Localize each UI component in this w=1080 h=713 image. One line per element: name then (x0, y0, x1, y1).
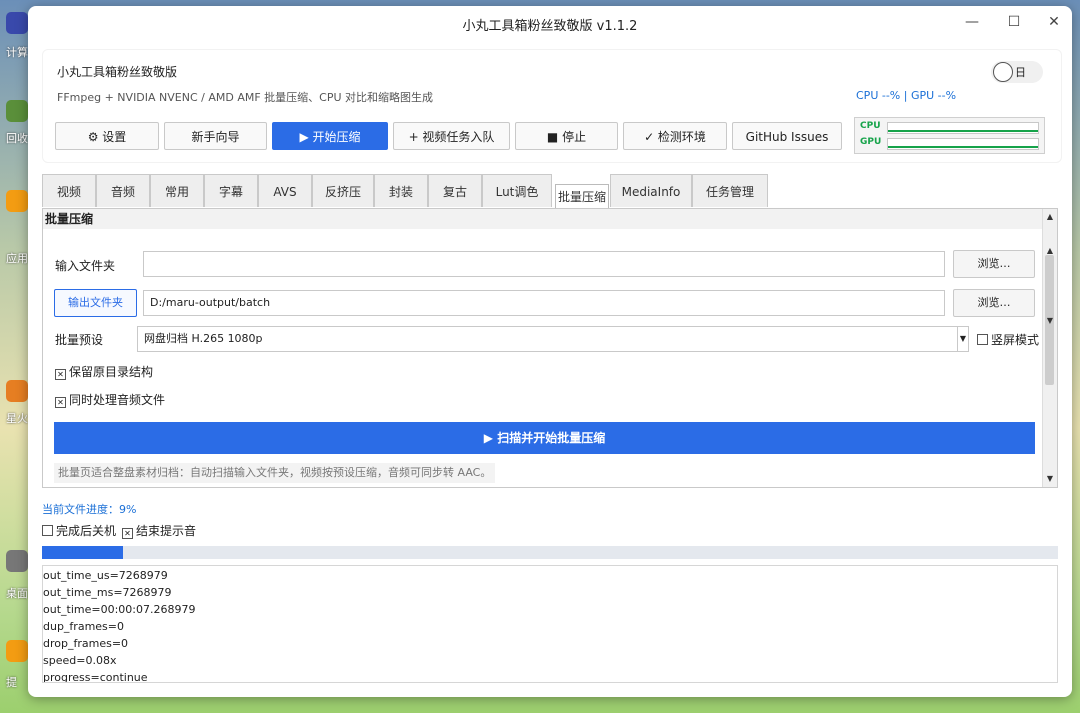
panel-scrollbar[interactable]: ▲ ▲ ▼ ▼ (1042, 209, 1057, 487)
desktop-app-icon[interactable] (6, 640, 28, 662)
progress-label: 当前文件进度：9% (42, 503, 137, 516)
keep-structure-label: 保留原目录结构 (69, 365, 154, 379)
app-window: 小丸工具箱粉丝致敬版 v1.1.2 — ☐ ✕ 小丸工具箱粉丝致敬版 FFmpe… (28, 6, 1072, 697)
keep-structure-checkbox[interactable]: ✕ 保留原目录结构 (55, 363, 153, 380)
log-line: out_time_ms=7268979 (43, 586, 172, 599)
desktop-app-icon[interactable] (6, 12, 28, 34)
log-line: out_time=00:00:07.268979 (43, 603, 196, 616)
tab-mediainfo[interactable]: MediaInfo (610, 174, 692, 207)
tab-lut[interactable]: Lut调色 (482, 174, 552, 207)
log-output[interactable]: out_time_us=7268979 out_time_ms=7268979 … (42, 565, 1058, 683)
desktop-app-icon[interactable] (6, 380, 28, 402)
recycle-bin-icon[interactable] (6, 100, 28, 122)
shutdown-label: 完成后关机 (56, 524, 117, 538)
scroll-up-icon[interactable]: ▲ (1043, 211, 1057, 223)
header-card: 小丸工具箱粉丝致敬版 FFmpeg + NVIDIA NVENC / AMD A… (42, 49, 1062, 163)
scroll-down-icon[interactable]: ▼ (1043, 473, 1057, 485)
tab-batch[interactable]: 批量压缩 (555, 184, 609, 209)
input-folder-label: 输入文件夹 (55, 259, 116, 273)
checkbox-icon (42, 525, 53, 536)
log-line: drop_frames=0 (43, 637, 129, 650)
desktop-app-icon[interactable] (6, 550, 28, 572)
github-issues-button[interactable]: GitHub Issues (732, 122, 842, 150)
cpu-meter-label: CPU (860, 121, 881, 131)
desktop-app-icon[interactable] (6, 190, 28, 212)
enqueue-button[interactable]: + 视频任务入队 (393, 122, 510, 150)
theme-toggle[interactable]: 日 (991, 61, 1043, 83)
log-line: dup_frames=0 (43, 620, 125, 633)
usage-meter: CPU GPU (854, 117, 1045, 154)
cpu-meter-track (887, 122, 1039, 134)
batch-panel: 批量压缩 输入文件夹 浏览… 输出文件夹 D:/maru-output/batc… (42, 208, 1058, 488)
log-line: out_time_us=7268979 (43, 569, 168, 582)
check-env-button[interactable]: ✓ 检测环境 (623, 122, 727, 150)
preset-select-value: 网盘归档 H.265 1080p (144, 332, 263, 345)
tab-anti-squeeze[interactable]: 反挤压 (312, 174, 374, 207)
tab-avs[interactable]: AVS (258, 174, 312, 207)
tab-audio[interactable]: 音频 (96, 174, 150, 207)
theme-toggle-label: 日 (1015, 66, 1026, 79)
input-folder-field[interactable] (143, 251, 945, 277)
vertical-mode-checkbox[interactable]: 竖屏模式 (977, 331, 1039, 348)
progress-bar-fill (42, 546, 124, 559)
title-bar[interactable]: 小丸工具箱粉丝致敬版 v1.1.2 — ☐ ✕ (28, 6, 1072, 40)
checkbox-checked-icon: ✕ (122, 528, 133, 539)
desktop-app-label: 计算 (6, 46, 28, 59)
maximize-button[interactable]: ☐ (1002, 12, 1026, 32)
process-audio-label: 同时处理音频文件 (69, 393, 166, 407)
log-line: progress=continue (43, 671, 148, 683)
progress-bar (42, 546, 1058, 559)
tab-task-manager[interactable]: 任务管理 (692, 174, 768, 207)
settings-button[interactable]: ⚙ 设置 (55, 122, 159, 150)
process-audio-checkbox[interactable]: ✕ 同时处理音频文件 (55, 391, 165, 408)
tab-mux[interactable]: 封装 (374, 174, 428, 207)
scroll-down-icon[interactable]: ▼ (1043, 315, 1057, 327)
vertical-mode-label: 竖屏模式 (991, 333, 1040, 347)
desktop-app-label: 提 (6, 676, 17, 689)
desktop-app-label: 应用 (6, 252, 28, 265)
desktop-app-label: 桌面 (6, 587, 28, 600)
app-name: 小丸工具箱粉丝致敬版 (57, 65, 178, 79)
tab-subtitle[interactable]: 字幕 (204, 174, 258, 207)
beep-checkbox[interactable]: ✕ 结束提示音 (122, 522, 196, 539)
browse-output-button[interactable]: 浏览… (953, 289, 1035, 317)
batch-hint: 批量页适合整盘素材归档：自动扫描输入文件夹，视频按预设压缩，音频可同步转 AAC… (54, 463, 496, 483)
gpu-meter-line (888, 146, 1038, 148)
stop-button[interactable]: ■ 停止 (515, 122, 618, 150)
window-title: 小丸工具箱粉丝致敬版 v1.1.2 (462, 19, 638, 34)
minimize-button[interactable]: — (960, 12, 984, 32)
gpu-meter-track (887, 138, 1039, 150)
app-subtitle: FFmpeg + NVIDIA NVENC / AMD AMF 批量压缩、CPU… (57, 91, 434, 104)
chevron-down-icon[interactable]: ▼ (957, 327, 968, 351)
guide-button[interactable]: 新手向导 (164, 122, 267, 150)
tab-common[interactable]: 常用 (150, 174, 204, 207)
preset-select[interactable]: 网盘归档 H.265 1080p ▼ (137, 326, 969, 352)
checkbox-icon (977, 334, 988, 345)
preset-label: 批量预设 (55, 333, 104, 347)
cpu-meter-line (888, 130, 1038, 132)
checkbox-checked-icon: ✕ (55, 397, 66, 408)
desktop-app-label: 回收 (6, 132, 28, 145)
checkbox-checked-icon: ✕ (55, 369, 66, 380)
tab-video[interactable]: 视频 (42, 174, 96, 207)
resource-usage-text: CPU --% | GPU --% (856, 89, 957, 102)
browse-input-button[interactable]: 浏览… (953, 250, 1035, 278)
start-compress-button[interactable]: ▶ 开始压缩 (272, 122, 388, 150)
beep-label: 结束提示音 (136, 524, 197, 538)
output-folder-button[interactable]: 输出文件夹 (54, 289, 137, 317)
shutdown-checkbox[interactable]: 完成后关机 (42, 522, 116, 539)
log-line: speed=0.08x (43, 654, 117, 667)
scan-start-button[interactable]: ▶ 扫描并开始批量压缩 (54, 422, 1035, 454)
close-button[interactable]: ✕ (1042, 12, 1066, 32)
tab-retro[interactable]: 复古 (428, 174, 482, 207)
output-folder-field[interactable]: D:/maru-output/batch (143, 290, 945, 316)
gpu-meter-label: GPU (860, 137, 882, 147)
desktop-app-label: 星火 (6, 412, 28, 425)
toggle-knob (993, 62, 1013, 82)
panel-title: 批量压缩 (43, 209, 1045, 229)
